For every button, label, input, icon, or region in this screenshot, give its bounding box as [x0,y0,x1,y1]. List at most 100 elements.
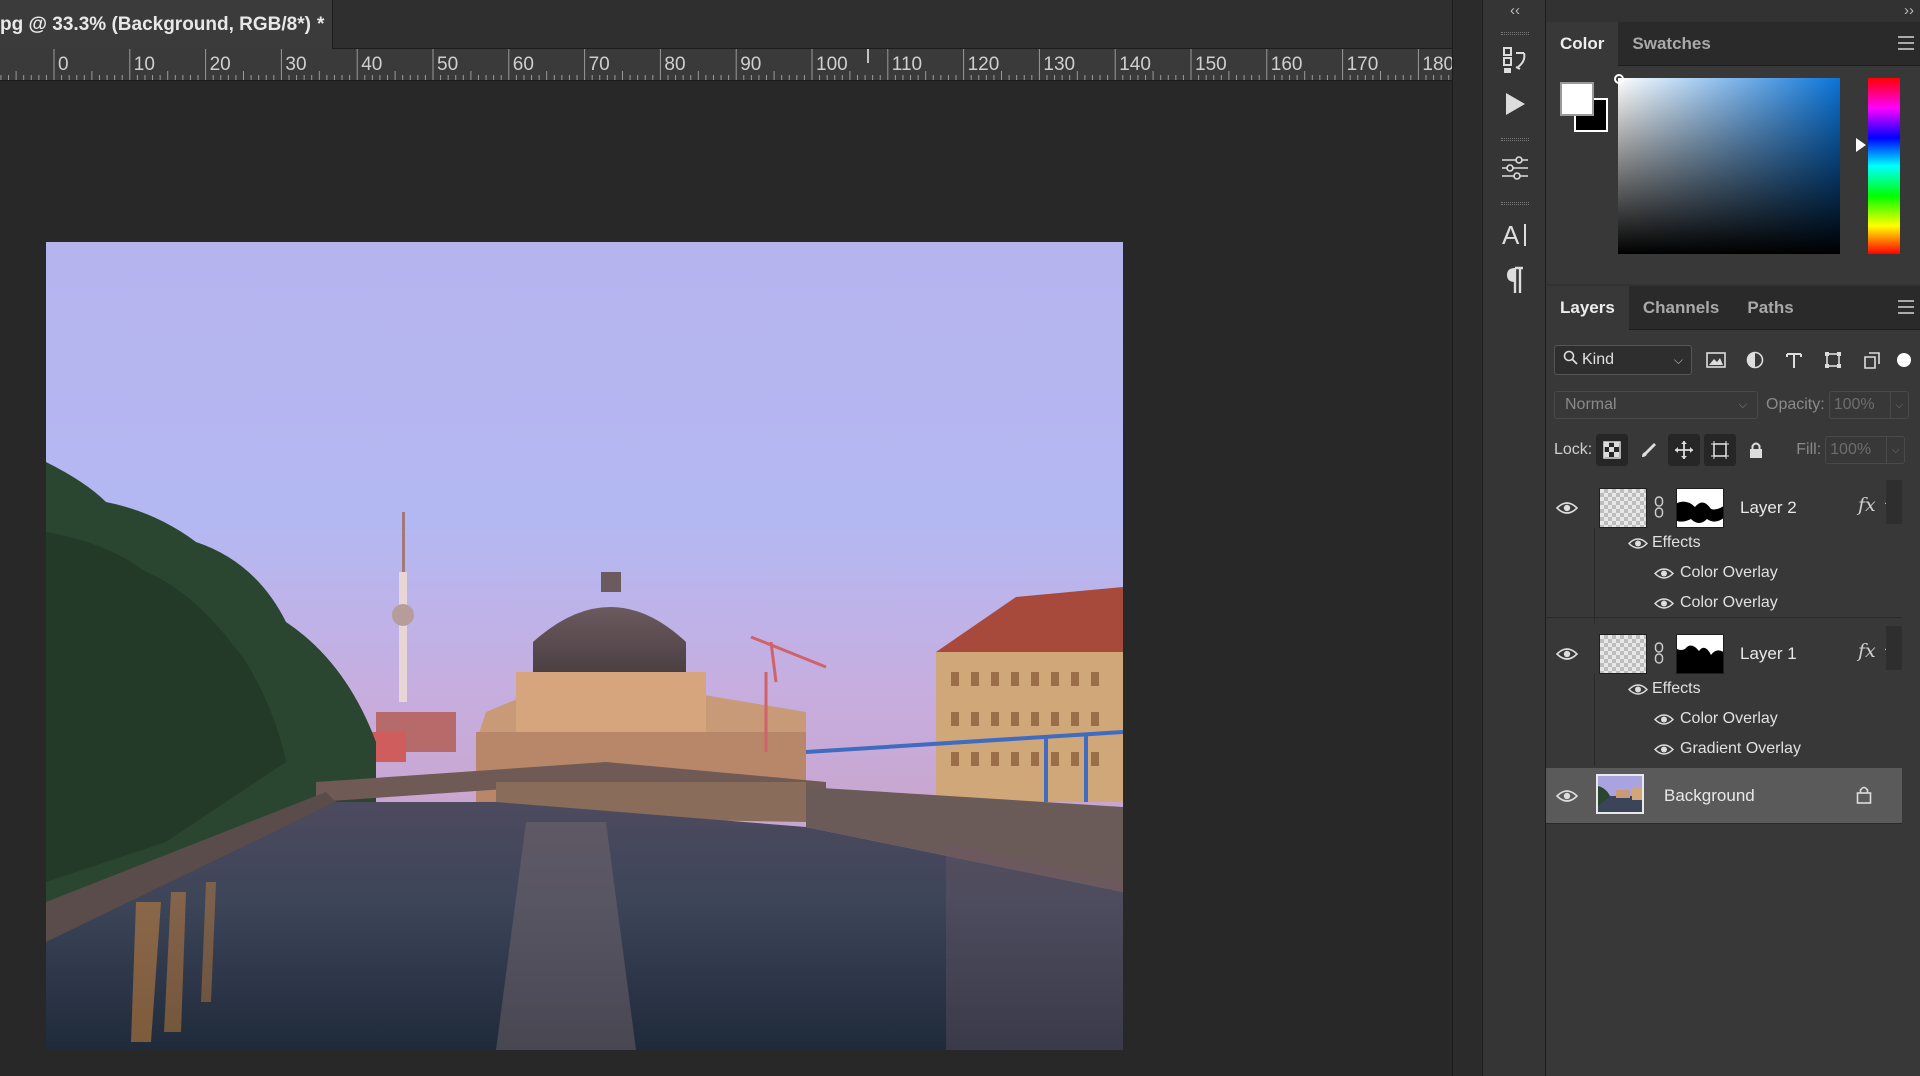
layers-panel-menu-icon[interactable] [1898,300,1914,314]
panel-grip[interactable] [1501,202,1529,205]
hue-slider[interactable] [1868,78,1900,254]
fill-field[interactable]: 100% [1825,436,1888,464]
layer-effects-icon[interactable]: fx [1858,494,1876,516]
collapse-panels-icon[interactable]: ‹‹ [1483,2,1547,22]
visibility-eye-icon[interactable] [1654,597,1674,610]
layer-effects-group[interactable]: Effects [1546,674,1902,704]
ruler-label: 130 [1043,54,1076,75]
tab-channels[interactable]: Channels [1629,286,1734,330]
effect-name: Color Overlay [1680,564,1778,581]
panel-grip[interactable] [1501,138,1529,141]
play-action-icon[interactable] [1493,82,1537,126]
layer-name[interactable]: Layer 2 [1740,498,1797,518]
document-tab-bar: pg @ 33.3% (Background, RGB/8*) * [0,0,1480,49]
ruler-label: 80 [664,54,686,75]
blend-mode-select[interactable]: Normal ⌵ [1554,391,1758,419]
chevron-down-icon: ⌵ [1738,398,1747,411]
smart-object-filter-icon[interactable] [1857,345,1887,375]
visibility-eye-icon[interactable] [1654,567,1674,580]
visibility-eye-icon[interactable] [1628,683,1648,696]
paragraph-icon[interactable] [1493,258,1537,302]
lock-all-icon[interactable] [1740,434,1772,466]
expand-panels-icon[interactable]: ›› [1904,2,1914,19]
layer-effect-item[interactable]: Gradient Overlay [1546,734,1902,764]
layer-effects-icon[interactable]: fx [1858,640,1876,662]
type-filter-icon[interactable] [1779,345,1809,375]
fill-dropdown-icon[interactable]: ⌵ [1887,436,1906,464]
character-icon[interactable]: A [1493,212,1537,256]
layer-effects-group[interactable]: Effects [1546,528,1902,558]
hue-slider-handle[interactable] [1856,138,1866,152]
lock-position-icon[interactable] [1668,434,1701,466]
river-museum-photo [46,242,1123,1050]
panel-icons-column: ‹‹ A [1482,0,1546,1076]
blend-mode-value: Normal [1565,396,1617,413]
layer-row-background[interactable]: Background [1546,768,1902,824]
panel-grip[interactable] [1501,32,1529,35]
visibility-eye-icon[interactable] [1654,713,1674,726]
tab-paths[interactable]: Paths [1733,286,1807,330]
foreground-color-swatch[interactable] [1560,82,1594,116]
color-panel-menu-icon[interactable] [1898,36,1914,50]
color-field-marker[interactable] [1614,74,1624,84]
layer-mask-thumbnail[interactable] [1676,488,1724,528]
search-icon [1563,350,1578,370]
layers-scrollbar[interactable] [1886,626,1902,670]
layers-scrollbar[interactable] [1886,480,1902,524]
document-canvas-image[interactable] [46,242,1123,1050]
image-filter-icon[interactable] [1701,345,1731,375]
effects-group-divider [1594,528,1595,624]
effects-group-divider [1594,674,1595,766]
tab-layers[interactable]: Layers [1546,286,1629,330]
layer-thumbnail[interactable] [1596,774,1644,814]
layer-kind-select[interactable]: Kind ⌵ [1554,345,1692,375]
visibility-eye-icon[interactable] [1556,647,1578,661]
lock-transparent-pixels-icon[interactable] [1596,434,1629,466]
color-field[interactable] [1618,78,1840,254]
ruler-label: 140 [1119,54,1151,75]
effects-label: Effects [1652,534,1701,551]
layer-effect-item[interactable]: Color Overlay [1546,704,1902,734]
tab-swatches[interactable]: Swatches [1618,22,1724,66]
layers-panel-tabs: Layers Channels Paths [1546,286,1920,330]
layer-effect-item[interactable]: Color Overlay [1546,588,1902,618]
document-tab[interactable]: pg @ 33.3% (Background, RGB/8*) * [0,0,333,49]
layer-filter-row: Kind ⌵ [1554,344,1914,376]
ruler-label: 50 [437,54,459,75]
horizontal-ruler[interactable]: 0 10 20 30 40 50 60 70 80 90 100 110 120 130 140 150 160… [0,49,1452,81]
layer-thumbnail[interactable] [1599,488,1647,528]
lock-image-pixels-icon[interactable] [1632,434,1664,466]
layer-locked-icon[interactable] [1856,784,1872,809]
layer-effect-item[interactable]: Color Overlay [1546,558,1902,588]
canvas-area[interactable] [0,82,1452,1076]
filter-toggle-switch[interactable] [1897,353,1911,367]
mask-link-icon[interactable] [1654,642,1664,664]
visibility-eye-icon[interactable] [1628,537,1648,550]
effects-label: Effects [1652,680,1701,697]
properties-sliders-icon[interactable] [1493,146,1537,190]
adjustment-filter-icon[interactable] [1740,345,1770,375]
opacity-dropdown-icon[interactable]: ⌵ [1890,391,1909,419]
history-icon[interactable] [1493,38,1537,82]
visibility-eye-icon[interactable] [1654,743,1674,756]
layer-thumbnail[interactable] [1599,634,1647,674]
layer-name[interactable]: Background [1664,786,1755,806]
canvas-scroll-gutter[interactable] [1452,0,1482,1076]
layer-mask-thumbnail[interactable] [1676,634,1724,674]
ruler-label: 150 [1195,54,1227,75]
layer-name[interactable]: Layer 1 [1740,644,1797,664]
blend-opacity-row: Normal ⌵ Opacity: 100% ⌵ [1554,390,1914,420]
lock-artboard-icon[interactable] [1704,434,1737,466]
visibility-eye-icon[interactable] [1556,789,1578,803]
mask-link-icon[interactable] [1654,496,1664,518]
tab-color[interactable]: Color [1546,22,1619,66]
shape-filter-icon[interactable] [1818,345,1848,375]
effect-name: Color Overlay [1680,594,1778,611]
color-panel-tabs: Color Swatches [1546,22,1920,66]
visibility-eye-icon[interactable] [1556,501,1578,515]
photoshop-window: pg @ 33.3% (Background, RGB/8*) * 0 10 20 3… [0,0,1920,1076]
lock-label: Lock: [1554,441,1593,458]
ruler-label: 100 [816,54,848,75]
layers-panel: Kind ⌵ Normal ⌵ Opacity: 100% ⌵ Lock: Fi… [1546,330,1920,1076]
opacity-field[interactable]: 100% [1828,391,1891,419]
